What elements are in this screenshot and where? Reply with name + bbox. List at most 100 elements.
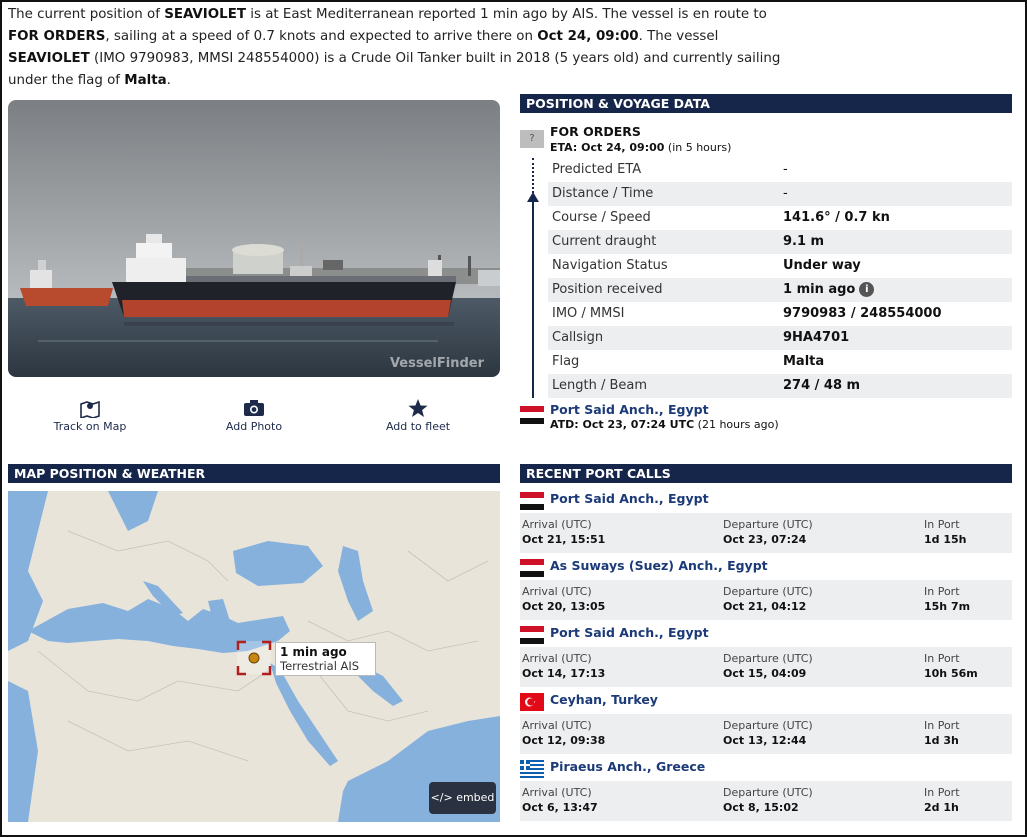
info-icon[interactable]: i [859,282,875,297]
atd-relative: (21 hours ago) [694,418,779,431]
destination-name: FOR ORDERS [550,124,641,139]
voyage-row-value: 274 / 48 m [783,378,861,393]
voyage-section-header: POSITION & VOYAGE DATA [520,94,1012,113]
photo-watermark: VesselFinder [389,356,484,371]
inport-value: 2d 1h [924,801,959,814]
voyage-row-value: Under way [783,258,861,273]
voyage-row: Predicted ETA - [548,158,1012,182]
port-call-header: Piraeus Anch., Greece [520,758,1012,780]
arrival-label: Arrival (UTC) [522,786,592,799]
arrival-col: Arrival (UTC) Oct 12, 09:38 [522,719,605,747]
voyage-row-value: - [783,162,788,177]
inport-col: In Port 15h 7m [924,585,970,613]
summary-vessel-name: SEAVIOLET [164,7,246,22]
unknown-flag-icon: ? [520,130,544,148]
voyage-row: Course / Speed 141.6° / 0.7 kn [548,206,1012,230]
arrival-value: Oct 20, 13:05 [522,600,606,613]
voyage-destination: ? FOR ORDERS ETA: Oct 24, 09:00 (in 5 ho… [520,122,1012,156]
departure-col: Departure (UTC) Oct 23, 07:24 [723,518,813,546]
egypt-flag-icon [520,559,544,577]
egypt-flag-icon [520,406,544,424]
add-to-fleet-label: Add to fleet [385,420,451,433]
inport-col: In Port 2d 1h [924,786,960,814]
turkey-flag-icon [520,693,544,711]
port-call-link[interactable]: Port Said Anch., Egypt [550,625,709,640]
voyage-row-value: 141.6° / 0.7 kn [783,210,890,225]
voyage-row-label: Course / Speed [552,210,651,225]
inport-label: In Port [924,585,960,598]
position-received-value: 1 min ago [783,282,856,297]
inport-value: 15h 7m [924,600,971,613]
summary-text: . [166,73,171,88]
vessel-photo[interactable]: VesselFinder [8,100,500,377]
route-arrow-icon [527,192,539,202]
departure-value: Oct 13, 12:44 [723,734,807,747]
arrival-value: Oct 14, 17:13 [522,667,606,680]
arrival-label: Arrival (UTC) [522,518,592,531]
arrival-label: Arrival (UTC) [522,585,592,598]
summary-text: , sailing at a speed of 0.7 knots and ex… [105,29,538,44]
arrival-col: Arrival (UTC) Oct 21, 15:51 [522,518,605,546]
add-to-fleet-button[interactable]: Add to fleet [358,398,478,433]
voyage-row-value: 9.1 m [783,234,825,249]
port-calls-section-header: RECENT PORT CALLS [520,464,1012,483]
vessel-position-marker[interactable] [236,640,272,676]
departure-label: Departure (UTC) [723,585,813,598]
eta-relative: (in 5 hours) [664,141,732,154]
summary-eta: Oct 24, 09:00 [537,29,639,44]
voyage-row: Length / Beam 274 / 48 m [548,374,1012,398]
voyage-row: Current draught 9.1 m [548,230,1012,254]
arrival-value: Oct 21, 15:51 [522,533,606,546]
vessel-summary: The current position of SEAVIOLET is at … [8,4,798,92]
arrival-label: Arrival (UTC) [522,652,592,665]
track-on-map-button[interactable]: Track on Map [30,398,150,433]
departure-value: Oct 15, 04:09 [723,667,807,680]
departure-label: Departure (UTC) [723,786,813,799]
departure-label: Departure (UTC) [723,518,813,531]
arrival-label: Arrival (UTC) [522,719,592,732]
inport-col: In Port 1d 15h [924,518,967,546]
embed-button[interactable]: </> embed [429,782,496,814]
port-call-link[interactable]: Piraeus Anch., Greece [550,759,705,774]
camera-icon [244,400,264,416]
add-photo-label: Add Photo [225,420,283,433]
voyage-row-label: Flag [552,354,580,369]
add-photo-button[interactable]: Add Photo [194,398,314,433]
voyage-row-label: Position received [552,282,663,297]
inport-value: 10h 56m [924,667,978,680]
track-on-map-label: Track on Map [53,420,127,433]
voyage-row: Position received 1 min ago i [548,278,1012,302]
voyage-row: Distance / Time - [548,182,1012,206]
port-call-link[interactable]: As Suways (Suez) Anch., Egypt [550,558,768,573]
voyage-row: IMO / MMSI 9790983 / 248554000 [548,302,1012,326]
inport-label: In Port [924,719,960,732]
voyage-row-label: Callsign [552,330,604,345]
map-section-header: MAP POSITION & WEATHER [8,464,500,483]
arrival-col: Arrival (UTC) Oct 20, 13:05 [522,585,605,613]
voyage-row-value: 9HA4701 [783,330,850,345]
inport-label: In Port [924,786,960,799]
departure-value: Oct 8, 15:02 [723,801,799,814]
voyage-row-label: Distance / Time [552,186,654,201]
inport-col: In Port 10h 56m [924,652,978,680]
arrival-value: Oct 12, 09:38 [522,734,606,747]
departure-col: Departure (UTC) Oct 8, 15:02 [723,786,813,814]
departure-port-link[interactable]: Port Said Anch., Egypt [550,402,709,417]
port-call-times: Arrival (UTC) Oct 21, 15:51 Departure (UT… [520,513,1012,553]
inport-label: In Port [924,518,960,531]
port-call-header: As Suways (Suez) Anch., Egypt [520,557,1012,579]
port-call-times: Arrival (UTC) Oct 14, 17:13 Departure (UT… [520,647,1012,687]
arrival-col: Arrival (UTC) Oct 6, 13:47 [522,786,598,814]
voyage-departure: Port Said Anch., Egypt ATD: Oct 23, 07:2… [520,400,1012,436]
port-call-times: Arrival (UTC) Oct 12, 09:38 Departure (UT… [520,714,1012,754]
position-popup: 1 min ago Terrestrial AIS [275,642,376,676]
destination-eta: ETA: Oct 24, 09:00 (in 5 hours) [550,141,731,154]
voyage-row-value: 1 min ago i [783,278,875,302]
departure-value: Oct 21, 04:12 [723,600,807,613]
summary-text: . The vessel [638,29,719,44]
port-call-link[interactable]: Ceyhan, Turkey [550,692,658,707]
port-call-times: Arrival (UTC) Oct 20, 13:05 Departure (UT… [520,580,1012,620]
voyage-row-value: 9790983 / 248554000 [783,306,942,321]
port-call-link[interactable]: Port Said Anch., Egypt [550,491,709,506]
greece-flag-icon [520,760,544,778]
